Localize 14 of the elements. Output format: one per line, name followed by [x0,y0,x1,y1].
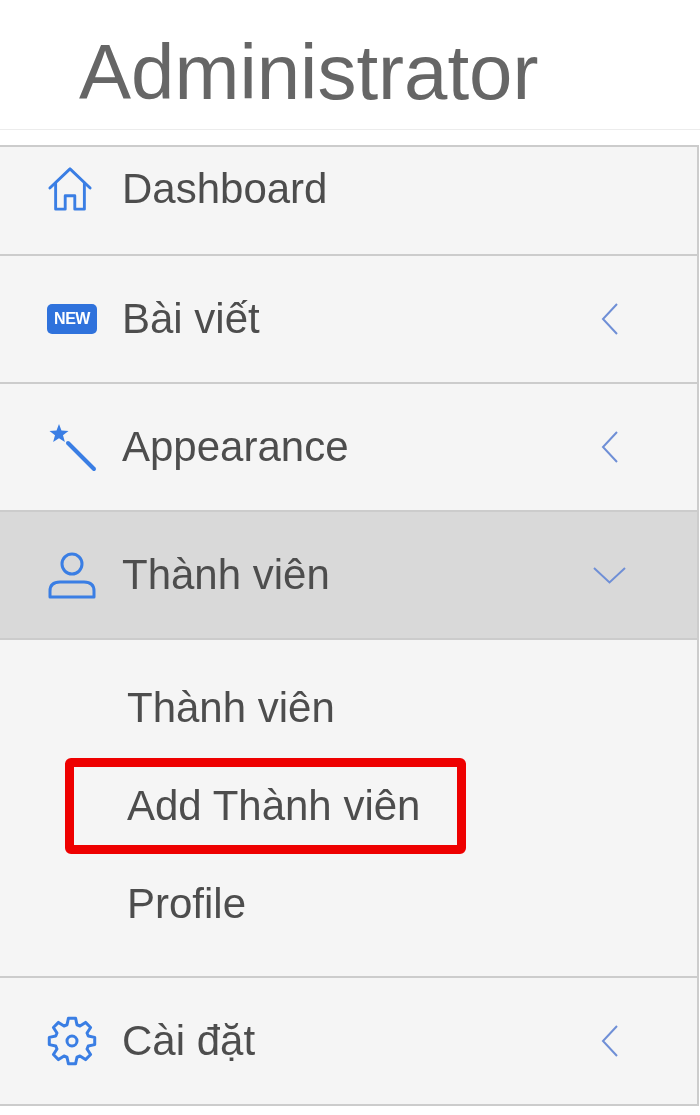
chevron-left-icon [601,431,618,463]
submenu-item[interactable]: Thành viên [127,687,335,729]
chevron-left-icon [601,303,618,335]
chevron-left-icon [601,1025,618,1057]
magic-wand-icon [47,422,97,472]
menu-item[interactable]: Thành viên [0,512,697,640]
submenu-item[interactable]: Profile [127,883,247,925]
chevron-down-icon [593,566,626,584]
settings-icon [47,1016,97,1066]
home-icon [47,166,93,212]
submenu-item[interactable]: Add Thành viên [127,785,421,827]
new-badge: NEW [47,304,97,334]
admin-title: Administrator [79,32,539,111]
user-icon [47,551,97,599]
